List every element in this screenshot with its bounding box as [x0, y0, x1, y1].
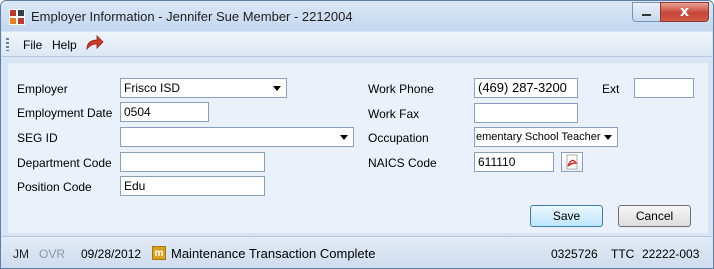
naics-code-field[interactable]: 611110 — [474, 152, 554, 172]
occupation-label: Occupation — [368, 131, 429, 145]
seg-id-select[interactable] — [120, 127, 354, 147]
app-icon — [9, 9, 25, 25]
work-phone-label: Work Phone — [368, 82, 434, 96]
menu-bar: File Help — [2, 32, 712, 57]
status-message: Maintenance Transaction Complete — [171, 246, 376, 261]
minimize-button[interactable] — [632, 2, 661, 22]
title-bar[interactable]: Employer Information - Jennifer Sue Memb… — [1, 1, 713, 31]
department-code-label: Department Code — [17, 156, 112, 170]
status-bar: JM OVR 09/28/2012 m Maintenance Transact… — [2, 236, 712, 268]
employer-label: Employer — [17, 82, 68, 96]
close-icon: x — [679, 4, 690, 20]
status-ttc: TTC — [611, 247, 635, 261]
window-title: Employer Information - Jennifer Sue Memb… — [31, 9, 353, 24]
close-button[interactable]: x — [660, 2, 709, 22]
chevron-down-icon — [340, 135, 348, 140]
work-fax-label: Work Fax — [368, 107, 420, 121]
maintenance-badge-icon: m — [152, 246, 166, 260]
cancel-button[interactable]: Cancel — [618, 205, 691, 227]
seg-id-label: SEG ID — [17, 131, 58, 145]
menu-file[interactable]: File — [23, 38, 42, 52]
status-ovr: OVR — [39, 247, 66, 261]
work-fax-field[interactable] — [474, 103, 578, 123]
ext-field[interactable] — [634, 78, 694, 98]
status-date: 09/28/2012 — [81, 247, 142, 261]
employment-date-label: Employment Date — [17, 106, 113, 120]
occupation-select[interactable]: ementary School Teacher — [474, 127, 618, 147]
employer-information-window: Employer Information - Jennifer Sue Memb… — [0, 0, 714, 269]
work-phone-field[interactable]: (469) 287-3200 — [474, 78, 578, 98]
chevron-down-icon — [604, 135, 612, 140]
employer-value: Frisco ISD — [124, 81, 181, 95]
save-button[interactable]: Save — [530, 205, 603, 227]
employer-select[interactable]: Frisco ISD — [120, 78, 287, 98]
status-user: JM — [13, 247, 29, 261]
position-code-field[interactable]: Edu — [120, 176, 265, 196]
employment-date-field[interactable]: 0504 — [120, 102, 209, 122]
department-code-field[interactable] — [120, 152, 265, 172]
position-code-label: Position Code — [17, 180, 92, 194]
status-code: 22222-003 — [642, 247, 700, 261]
toolbar-grip[interactable] — [6, 38, 9, 51]
pdf-icon — [566, 154, 578, 170]
pdf-lookup-button[interactable] — [561, 152, 583, 172]
ext-label: Ext — [602, 82, 620, 96]
status-id: 0325726 — [551, 247, 598, 261]
chevron-down-icon — [273, 86, 281, 91]
menu-help[interactable]: Help — [52, 38, 77, 52]
naics-code-label: NAICS Code — [368, 156, 437, 170]
occupation-value: ementary School Teacher — [476, 131, 601, 143]
redo-arrow-icon[interactable] — [84, 34, 104, 52]
